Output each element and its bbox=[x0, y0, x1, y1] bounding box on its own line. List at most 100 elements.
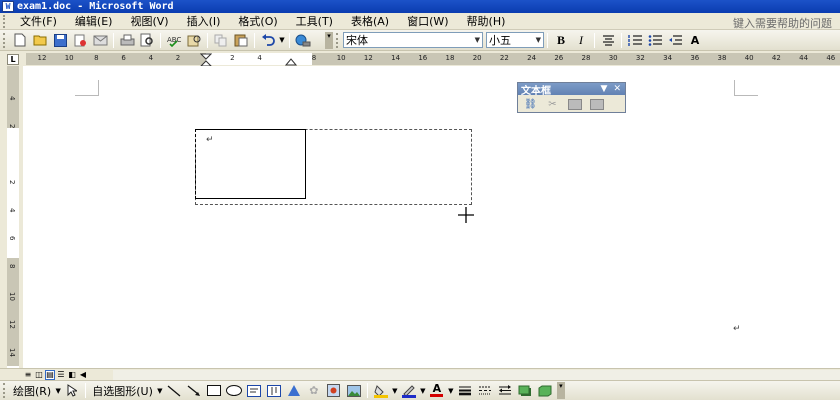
spelling-icon[interactable]: ABC bbox=[165, 32, 183, 49]
vertical-ruler[interactable]: 4 2 2 4 6 8 10 12 14 bbox=[7, 66, 19, 366]
menu-format[interactable]: 格式(O) bbox=[229, 13, 286, 29]
textbox-toolbar[interactable]: 文本框 ▼ ✕ ⛓ ✂ bbox=[517, 82, 626, 113]
permission-icon[interactable] bbox=[71, 32, 89, 49]
drawing-toolbar-grip[interactable] bbox=[3, 383, 7, 398]
font-size-combo[interactable]: 小五 ▼ bbox=[486, 32, 544, 48]
font-color-icon[interactable]: A bbox=[428, 382, 446, 399]
menu-window[interactable]: 窗口(W) bbox=[398, 13, 457, 29]
formatting-toolbar-grip[interactable] bbox=[336, 32, 340, 48]
bullets-icon[interactable] bbox=[646, 32, 664, 49]
menu-edit[interactable]: 编辑(E) bbox=[66, 13, 122, 29]
undo-icon[interactable] bbox=[259, 32, 277, 49]
arrow-style-icon[interactable] bbox=[496, 382, 514, 399]
font-color-letter: A bbox=[432, 382, 442, 395]
new-icon[interactable] bbox=[11, 32, 29, 49]
textbox[interactable]: ↵ bbox=[195, 129, 306, 199]
chevron-down-icon[interactable]: ▼ bbox=[156, 387, 164, 395]
open-icon[interactable] bbox=[31, 32, 49, 49]
previous-textbox-icon[interactable] bbox=[567, 98, 582, 110]
research-icon[interactable] bbox=[185, 32, 203, 49]
crosshair-cursor-icon bbox=[458, 207, 474, 223]
ruler-tick-label: 22 bbox=[499, 54, 509, 62]
horizontal-ruler[interactable]: 12 10 8 6 4 2 2 4 8 10 12 14 16 18 20 22 24 26 28 30 32 34 36 3… bbox=[26, 53, 840, 67]
autoshapes-menu-button[interactable]: 自选图形(U) bbox=[89, 383, 156, 399]
web-layout-view-icon[interactable]: ◫ bbox=[34, 370, 44, 380]
hyperlink-icon[interactable] bbox=[294, 32, 312, 49]
reading-layout-view-icon[interactable]: ◧ bbox=[67, 370, 77, 380]
menu-help[interactable]: 帮助(H) bbox=[458, 13, 515, 29]
tab-selector[interactable]: L bbox=[7, 54, 19, 65]
select-pointer-icon[interactable] bbox=[63, 382, 81, 399]
textbox-icon[interactable] bbox=[245, 382, 263, 399]
next-textbox-icon[interactable] bbox=[589, 98, 604, 110]
draw-menu-button[interactable]: 绘图(R) bbox=[10, 383, 54, 399]
ruler-tick-label: 28 bbox=[581, 54, 591, 62]
toolbar-options-icon[interactable]: ▾ bbox=[325, 31, 333, 49]
close-icon[interactable]: ✕ bbox=[613, 84, 621, 94]
vertical-textbox-icon[interactable] bbox=[265, 382, 283, 399]
bold-button[interactable]: B bbox=[552, 32, 570, 49]
oval-icon[interactable] bbox=[225, 382, 243, 399]
font-name-combo[interactable]: 宋体 ▼ bbox=[343, 32, 483, 48]
font-color-letter-icon[interactable]: A bbox=[686, 32, 704, 49]
break-link-icon[interactable]: ✂ bbox=[545, 98, 560, 110]
undo-dropdown-icon[interactable]: ▼ bbox=[278, 36, 286, 44]
horizontal-scrollbar[interactable] bbox=[113, 370, 840, 380]
fill-color-icon[interactable] bbox=[372, 382, 390, 399]
scroll-left-icon[interactable]: ◀ bbox=[78, 370, 88, 380]
clipart-icon[interactable] bbox=[325, 382, 343, 399]
dash-style-icon[interactable] bbox=[476, 382, 494, 399]
shadow-icon[interactable] bbox=[516, 382, 534, 399]
toolbar-grip[interactable] bbox=[3, 32, 7, 48]
chevron-down-icon[interactable]: ▼ bbox=[419, 387, 427, 395]
wordart-icon[interactable] bbox=[285, 382, 303, 399]
document-page[interactable]: ↵ ↵ bbox=[23, 66, 840, 368]
chevron-down-icon[interactable]: ▼ bbox=[54, 387, 62, 395]
create-link-icon[interactable]: ⛓ bbox=[523, 98, 538, 110]
menu-view[interactable]: 视图(V) bbox=[121, 13, 177, 29]
menu-bar-grip[interactable] bbox=[3, 14, 11, 28]
chevron-down-icon[interactable]: ▼ bbox=[601, 84, 608, 94]
chevron-down-icon[interactable]: ▼ bbox=[475, 36, 480, 44]
line-icon[interactable] bbox=[165, 382, 183, 399]
help-search-input[interactable]: 键入需要帮助的问题 bbox=[694, 15, 832, 30]
textbox-toolbar-titlebar[interactable]: 文本框 ▼ ✕ bbox=[518, 83, 625, 97]
align-center-icon[interactable] bbox=[599, 32, 617, 49]
numbering-icon[interactable] bbox=[626, 32, 644, 49]
email-icon[interactable] bbox=[91, 32, 109, 49]
italic-button[interactable]: I bbox=[572, 32, 590, 49]
arrow-icon[interactable] bbox=[185, 382, 203, 399]
margin-corner-top-right bbox=[734, 80, 758, 96]
line-color-icon[interactable] bbox=[400, 382, 418, 399]
3d-icon[interactable] bbox=[536, 382, 554, 399]
decrease-indent-icon[interactable] bbox=[666, 32, 684, 49]
save-icon[interactable] bbox=[51, 32, 69, 49]
chevron-down-icon[interactable]: ▼ bbox=[536, 36, 541, 44]
toolbar-separator bbox=[113, 32, 114, 48]
copy-icon[interactable] bbox=[212, 32, 230, 49]
left-margin-strip bbox=[0, 66, 7, 368]
word-app-icon[interactable]: W bbox=[2, 1, 14, 12]
normal-view-icon[interactable]: ≡ bbox=[23, 370, 33, 380]
menu-tools[interactable]: 工具(T) bbox=[287, 13, 342, 29]
vertical-ruler-tick-label: 10 bbox=[8, 292, 16, 301]
chevron-down-icon[interactable]: ▼ bbox=[447, 387, 455, 395]
vertical-ruler-tick-label: 6 bbox=[8, 236, 16, 241]
toolbar-separator bbox=[621, 32, 622, 48]
line-style-icon[interactable] bbox=[456, 382, 474, 399]
right-indent-marker[interactable] bbox=[285, 56, 297, 66]
print-icon[interactable] bbox=[118, 32, 136, 49]
first-line-indent-marker[interactable] bbox=[200, 53, 212, 67]
rectangle-icon[interactable] bbox=[205, 382, 223, 399]
diagram-icon[interactable]: ✿ bbox=[305, 382, 323, 399]
menu-table[interactable]: 表格(A) bbox=[342, 13, 398, 29]
print-layout-view-icon[interactable]: ▤ bbox=[45, 369, 55, 380]
picture-icon[interactable] bbox=[345, 382, 363, 399]
paste-icon[interactable] bbox=[232, 32, 250, 49]
menu-file[interactable]: 文件(F) bbox=[11, 13, 66, 29]
chevron-down-icon[interactable]: ▼ bbox=[391, 387, 399, 395]
outline-view-icon[interactable]: ☰ bbox=[56, 370, 66, 380]
print-preview-icon[interactable] bbox=[138, 32, 156, 49]
toolbar-options-icon[interactable]: ▾ bbox=[556, 382, 565, 399]
menu-insert[interactable]: 插入(I) bbox=[178, 13, 230, 29]
